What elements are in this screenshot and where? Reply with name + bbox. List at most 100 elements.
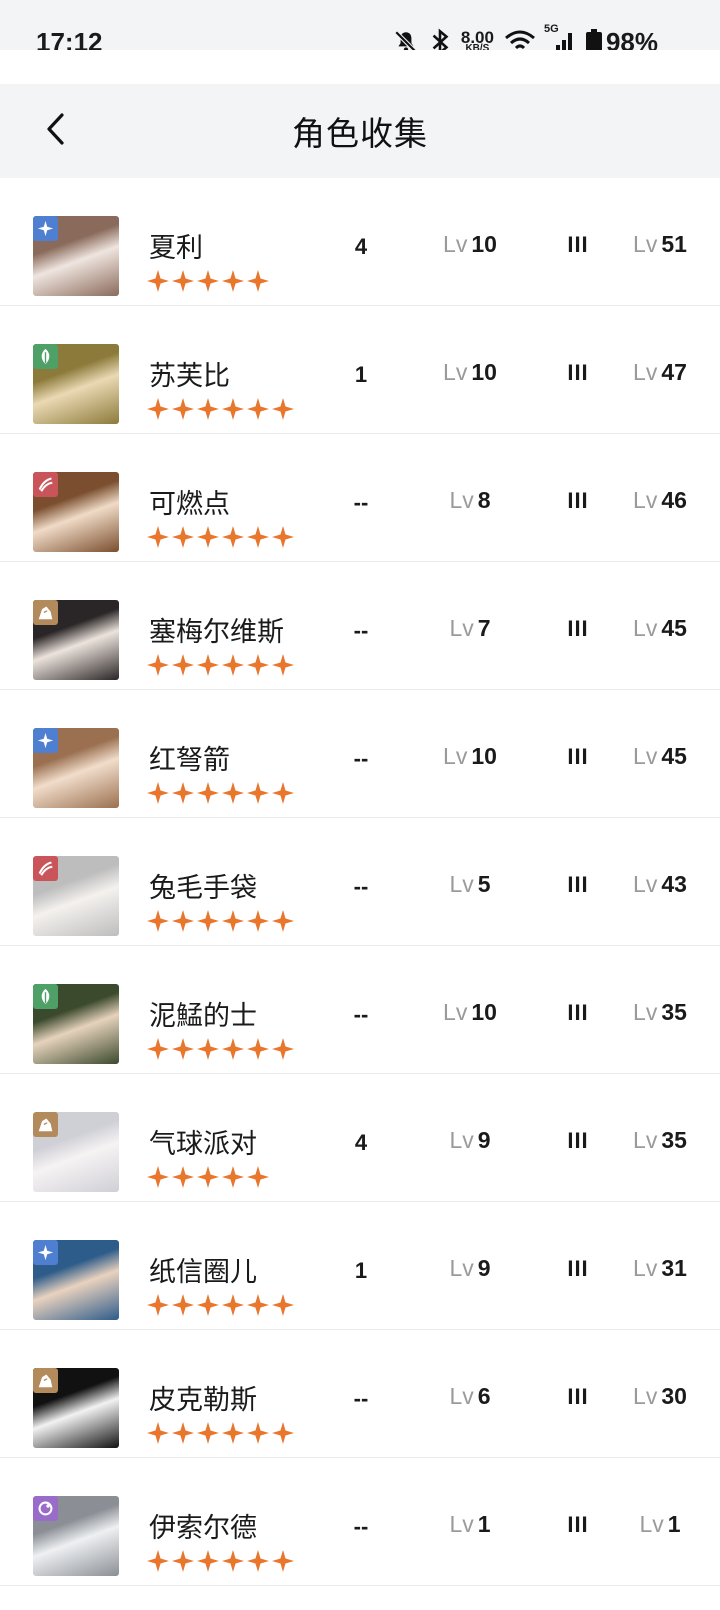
dupe-count: -- (353, 874, 369, 899)
character-row[interactable]: 伊索尔德 -- Lv 1 III Lv 1 (0, 1458, 720, 1586)
character-list: 远旅--Lv10IIILv51夏利4Lv10IIILv51苏芙比1Lv10III… (0, 50, 720, 1586)
rarity-star-icon (247, 398, 269, 420)
rarity-star-icon (172, 654, 194, 676)
rarity-star-icon (197, 1294, 219, 1316)
character-level: Lv 46 (633, 487, 687, 513)
rarity-stars (147, 1550, 294, 1572)
rank-tier: III (567, 1256, 589, 1281)
rarity-star-icon (222, 910, 244, 932)
skill-level: Lv 1 (449, 1511, 491, 1537)
rank-tier: III (567, 488, 589, 513)
character-level: Lv 1 (639, 1511, 681, 1537)
character-row[interactable]: 气球派对 4 Lv 9 III Lv 35 (0, 1074, 720, 1202)
rarity-star-icon (197, 1038, 219, 1060)
moon-badge-icon (33, 1496, 58, 1521)
rarity-stars (147, 782, 294, 804)
rarity-star-icon (222, 1550, 244, 1572)
dupe-count: -- (353, 746, 369, 771)
rarity-star-icon (197, 782, 219, 804)
rarity-star-icon (147, 1166, 169, 1188)
star-badge-icon (33, 1240, 58, 1265)
skill-level: Lv 6 (449, 1383, 491, 1409)
character-name: 可燃点 (149, 489, 230, 519)
character-name: 兔毛手袋 (149, 873, 257, 903)
character-row[interactable]: 兔毛手袋 -- Lv 5 III Lv 43 (0, 818, 720, 946)
rarity-star-icon (272, 782, 294, 804)
dupe-count: -- (353, 490, 369, 515)
character-avatar (33, 856, 119, 936)
character-row[interactable]: 纸信圈儿 1 Lv 9 III Lv 31 (0, 1202, 720, 1330)
character-row[interactable]: 红弩箭 -- Lv 10 III Lv 45 (0, 690, 720, 818)
rarity-stars (147, 1422, 294, 1444)
rarity-star-icon (147, 270, 169, 292)
character-row[interactable]: 夏利 4 Lv 10 III Lv 51 (0, 178, 720, 306)
character-row[interactable]: 塞梅尔维斯 -- Lv 7 III Lv 45 (0, 562, 720, 690)
skill-level: Lv10 (443, 231, 497, 257)
dupe-count: -- (353, 1514, 369, 1539)
rarity-stars (147, 910, 294, 932)
character-avatar (33, 984, 119, 1064)
rock-badge-icon (33, 600, 58, 625)
character-row[interactable]: 苏芙比 1 Lv 10 III Lv 47 (0, 306, 720, 434)
character-name: 气球派对 (149, 1129, 257, 1159)
rarity-stars (147, 654, 294, 676)
rarity-star-icon (197, 1166, 219, 1188)
rarity-star-icon (147, 1422, 169, 1444)
rarity-star-icon (172, 910, 194, 932)
character-row[interactable]: 泥鯭的士 -- Lv 10 III Lv 35 (0, 946, 720, 1074)
character-name: 红弩箭 (149, 745, 230, 775)
rarity-star-icon (147, 1550, 169, 1572)
rarity-star-icon (247, 782, 269, 804)
rarity-star-icon (197, 910, 219, 932)
rarity-star-icon (222, 526, 244, 548)
dupe-count: 1 (354, 1258, 368, 1283)
rarity-stars (147, 526, 294, 548)
character-level: Lv 43 (633, 871, 687, 897)
skill-level: Lv 8 (449, 487, 491, 513)
rarity-star-icon (172, 1422, 194, 1444)
dupe-count: 4 (354, 1130, 368, 1155)
rarity-star-icon (172, 1294, 194, 1316)
rarity-star-icon (197, 654, 219, 676)
dupe-count: 1 (354, 362, 368, 387)
character-avatar (33, 1240, 119, 1320)
rank-tier: III (567, 1128, 589, 1153)
rarity-star-icon (197, 398, 219, 420)
rarity-star-icon (147, 1038, 169, 1060)
character-name: 纸信圈儿 (149, 1257, 257, 1287)
character-name: 泥鯭的士 (149, 1001, 257, 1031)
rank-tier: III (567, 360, 589, 385)
character-name: 夏利 (149, 233, 203, 263)
character-row[interactable]: 皮克勒斯 -- Lv 6 III Lv 30 (0, 1330, 720, 1458)
rarity-star-icon (222, 782, 244, 804)
rank-tier: III (567, 872, 589, 897)
rank-tier: III (567, 616, 589, 641)
skill-level: Lv10 (443, 743, 497, 769)
rarity-star-icon (222, 398, 244, 420)
rarity-star-icon (197, 270, 219, 292)
skill-level: Lv 5 (449, 871, 491, 897)
character-level: Lv 30 (633, 1383, 687, 1409)
character-row[interactable]: 可燃点 -- Lv 8 III Lv 46 (0, 434, 720, 562)
rarity-star-icon (222, 1294, 244, 1316)
rarity-star-icon (222, 654, 244, 676)
rock-badge-icon (33, 1368, 58, 1393)
rank-tier: III (567, 744, 589, 769)
rarity-star-icon (247, 1166, 269, 1188)
character-name: 苏芙比 (149, 361, 230, 391)
character-level: Lv 35 (633, 1127, 687, 1153)
character-level: Lv 45 (633, 615, 687, 641)
rank-tier: III (567, 232, 589, 257)
rarity-star-icon (197, 526, 219, 548)
character-avatar (33, 728, 119, 808)
character-level: Lv 47 (633, 359, 687, 385)
leaf-badge-icon (33, 984, 58, 1009)
rarity-star-icon (222, 1038, 244, 1060)
skill-level: Lv 9 (449, 1255, 491, 1281)
rank-tier: III (567, 1512, 589, 1537)
rarity-star-icon (147, 526, 169, 548)
rarity-star-icon (147, 1294, 169, 1316)
rock-badge-icon (33, 1112, 58, 1137)
back-button[interactable] (30, 106, 80, 156)
page-title: 角色收集 (292, 115, 428, 152)
